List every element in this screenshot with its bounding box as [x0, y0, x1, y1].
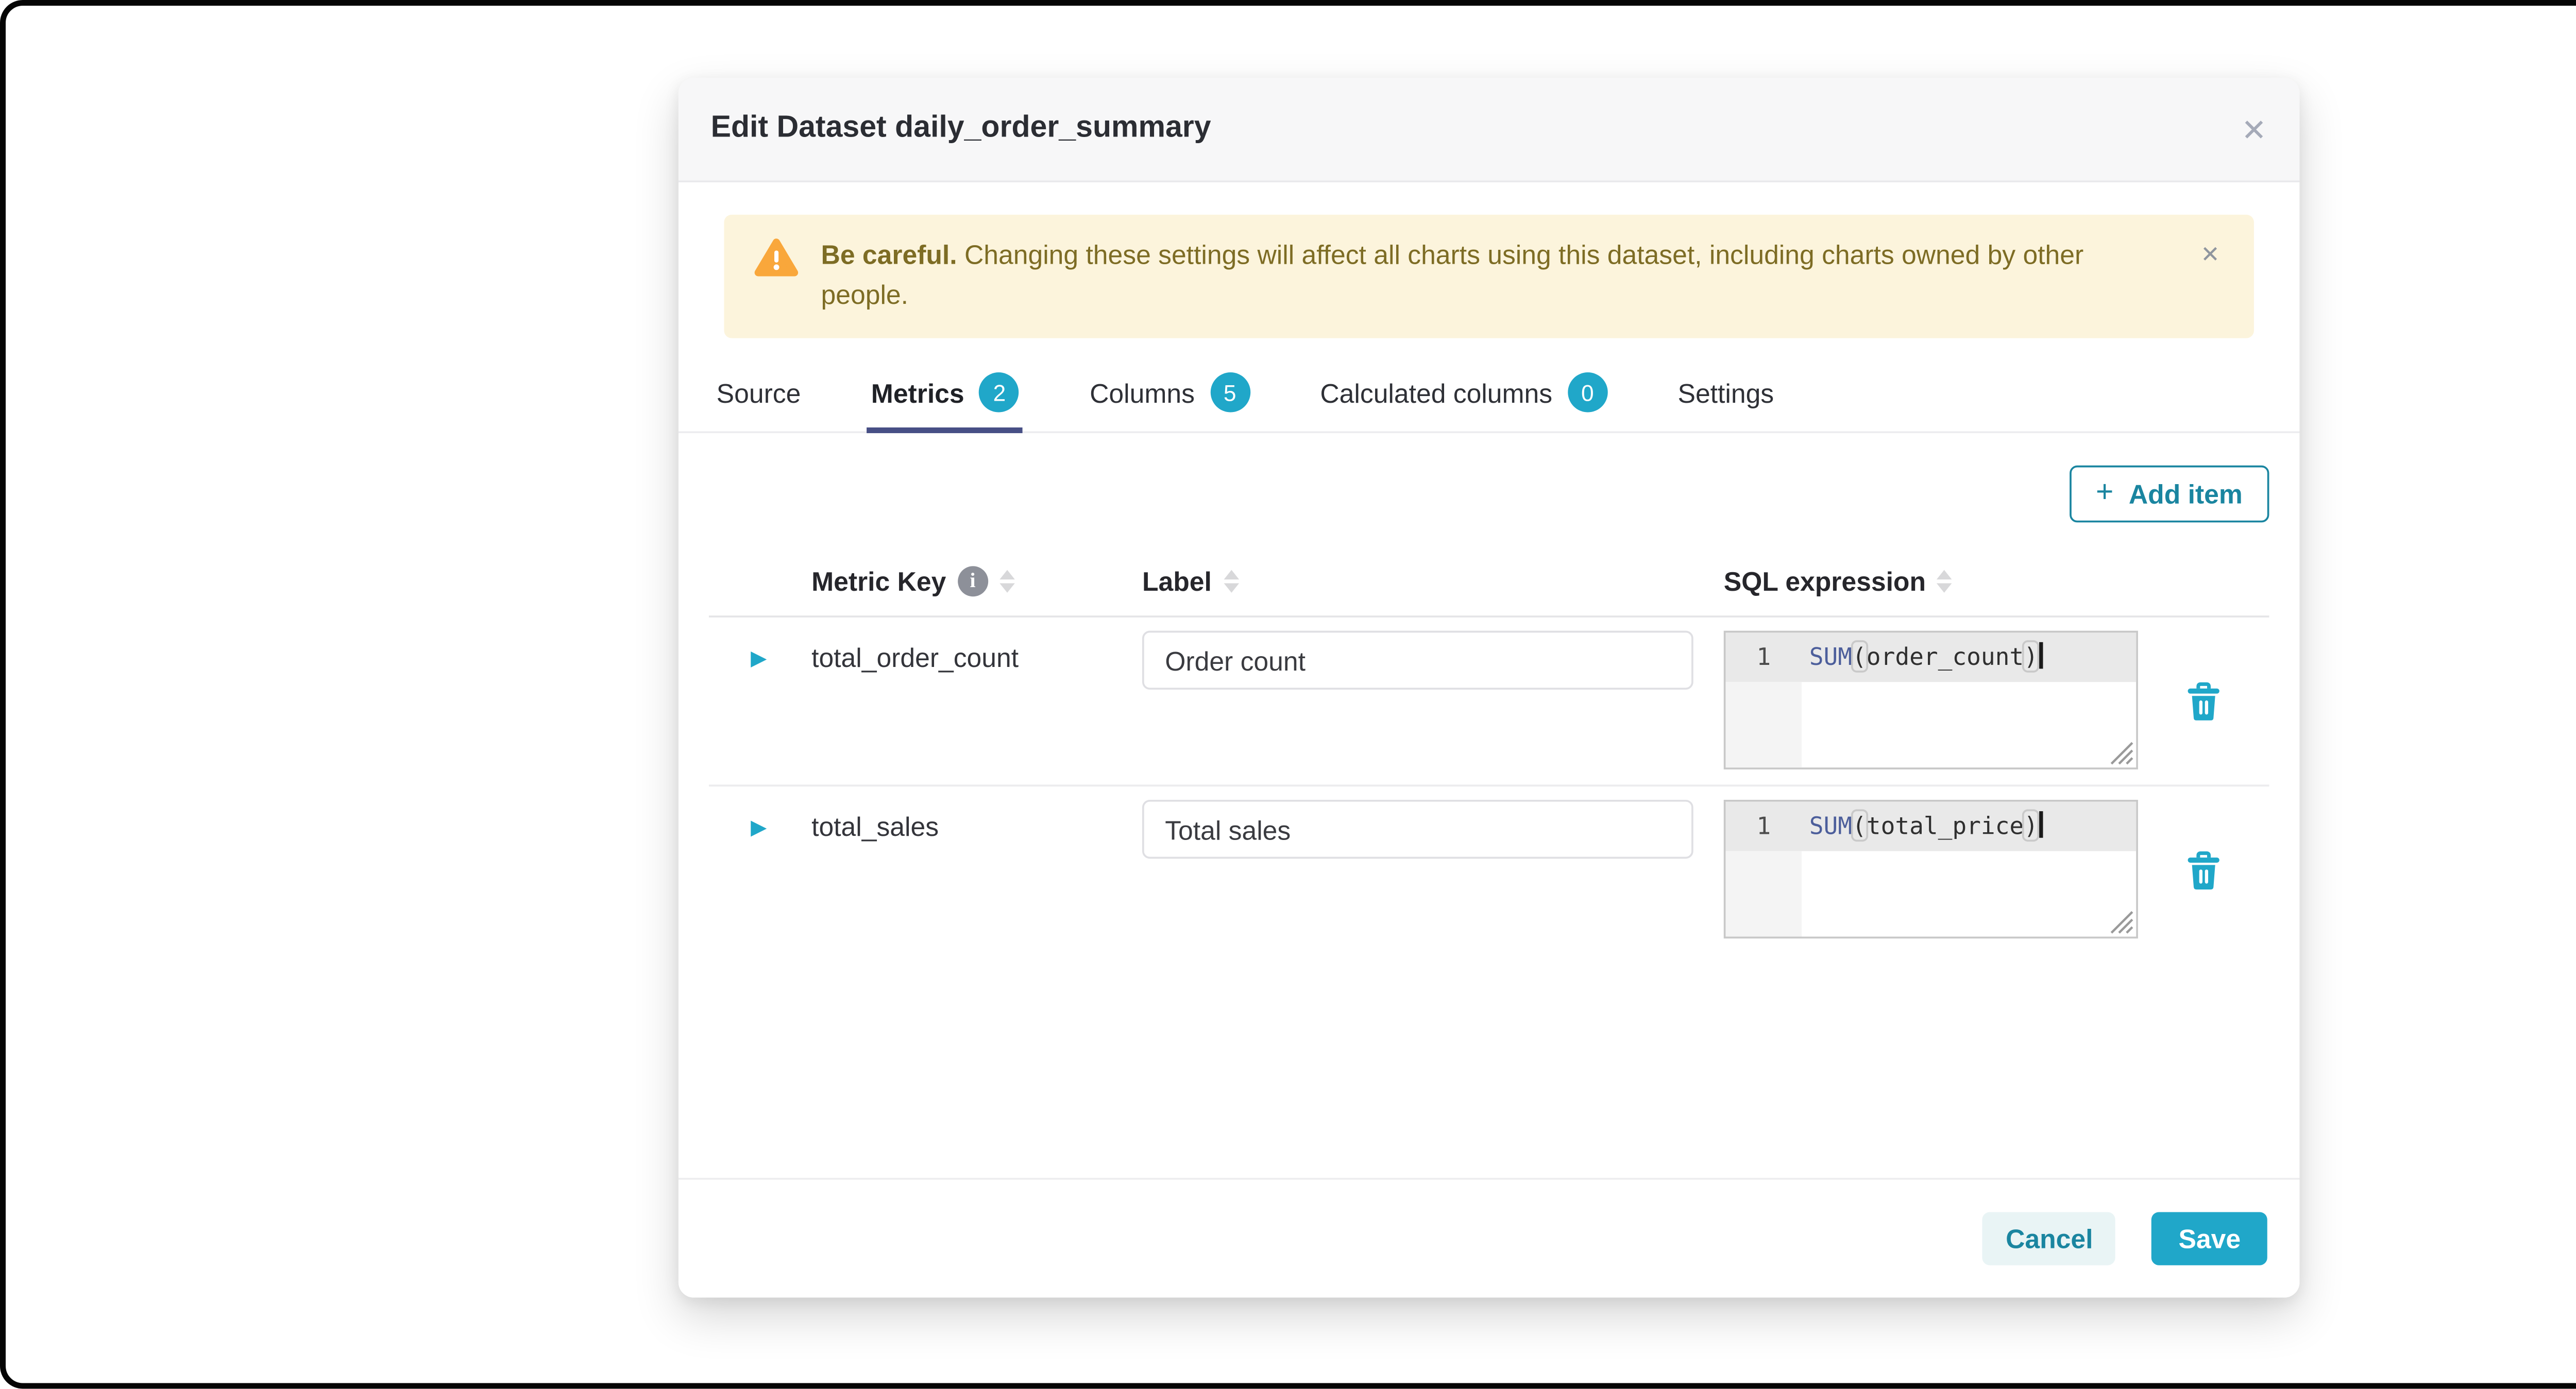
header-sql-expression: SQL expression [1724, 565, 2138, 595]
plus-icon: + [2095, 476, 2114, 509]
expand-caret-icon[interactable]: ▶ [751, 648, 767, 671]
metric-label-input[interactable] [1142, 799, 1693, 859]
calculated-columns-count-badge: 0 [1567, 372, 1608, 413]
warning-alert-message: Changing these settings will affect all … [821, 239, 2084, 310]
cancel-button[interactable]: Cancel [1982, 1212, 2116, 1265]
metrics-table-header: Metric Key i Label SQL expression [708, 545, 2269, 618]
sql-expression-editor[interactable]: 1 SUM(total_price) [1723, 799, 2138, 939]
save-button[interactable]: Save [2151, 1212, 2267, 1265]
metric-key-value: total_sales [811, 811, 939, 842]
tab-calculated-columns[interactable]: Calculated columns 0 [1316, 357, 1611, 431]
metric-label-input[interactable] [1142, 630, 1693, 690]
line-number: 1 [1756, 811, 1771, 840]
delete-metric-button[interactable] [2182, 808, 2226, 939]
table-row: ▶ total_order_count 1 SUM(order_count) [708, 618, 2269, 787]
columns-count-badge: 5 [1210, 372, 1250, 413]
sql-code: SUM(total_price) [1809, 802, 2044, 851]
sort-icon[interactable] [1223, 569, 1239, 592]
tab-metrics-label: Metrics [871, 377, 964, 408]
delete-metric-button[interactable] [2182, 638, 2226, 769]
edit-dataset-modal: Edit Dataset daily_order_summary ✕ Be ca… [678, 78, 2300, 1298]
tab-columns[interactable]: Columns 5 [1086, 357, 1254, 431]
warning-alert-bold: Be careful. [821, 239, 957, 270]
add-item-label: Add item [2128, 478, 2243, 509]
tab-columns-label: Columns [1090, 377, 1195, 408]
metrics-table: Metric Key i Label SQL expression ▶ tota… [708, 545, 2269, 954]
modal-footer: Cancel Save [678, 1178, 2300, 1298]
metrics-toolbar: + Add item [709, 465, 2269, 523]
tab-calculated-columns-label: Calculated columns [1320, 377, 1553, 408]
tab-settings-label: Settings [1677, 377, 1774, 408]
header-metric-key-label: Metric Key [811, 565, 946, 596]
text-cursor [2040, 811, 2044, 838]
warning-alert-close-icon[interactable]: ✕ [2197, 235, 2224, 275]
sql-code: SUM(order_count) [1809, 632, 2044, 682]
warning-alert-text: Be careful. Changing these settings will… [821, 235, 2151, 315]
metrics-count-badge: 2 [979, 372, 1020, 413]
header-label-text: Label [1142, 565, 1212, 596]
table-row: ▶ total_sales 1 SUM(total_price) [709, 786, 2269, 954]
warning-alert: Be careful. Changing these settings will… [724, 214, 2254, 338]
tab-source[interactable]: Source [713, 357, 804, 431]
modal-header: Edit Dataset daily_order_summary ✕ [678, 78, 2300, 183]
header-label: Label [1142, 565, 1724, 595]
modal-body: Be careful. Changing these settings will… [678, 214, 2300, 954]
tab-settings[interactable]: Settings [1674, 357, 1777, 431]
header-sql-expression-label: SQL expression [1723, 565, 1926, 596]
info-icon[interactable]: i [957, 565, 988, 596]
resize-handle-icon[interactable] [2110, 910, 2134, 935]
expand-caret-icon[interactable]: ▶ [751, 817, 767, 839]
tab-metrics[interactable]: Metrics 2 [867, 357, 1024, 434]
metric-key-value: total_order_count [811, 642, 1019, 673]
sql-expression-editor[interactable]: 1 SUM(order_count) [1723, 630, 2138, 769]
modal-title: Edit Dataset daily_order_summary [710, 112, 1211, 145]
text-cursor [2040, 642, 2044, 669]
resize-handle-icon[interactable] [2110, 741, 2134, 766]
trash-icon [2188, 681, 2219, 719]
warning-triangle-icon [754, 238, 799, 277]
screen: Edit Dataset daily_order_summary ✕ Be ca… [0, 0, 2576, 1389]
sort-icon[interactable] [999, 569, 1015, 592]
line-number: 1 [1756, 642, 1771, 671]
add-item-button[interactable]: + Add item [2069, 465, 2269, 523]
header-metric-key: Metric Key i [811, 565, 1142, 596]
modal-close-icon[interactable]: ✕ [2208, 78, 2299, 182]
dataset-tabs: Source Metrics 2 Columns 5 Calculated co… [678, 357, 2300, 434]
tab-source-label: Source [716, 377, 801, 408]
sort-icon[interactable] [1937, 569, 1953, 592]
trash-icon [2188, 850, 2219, 889]
